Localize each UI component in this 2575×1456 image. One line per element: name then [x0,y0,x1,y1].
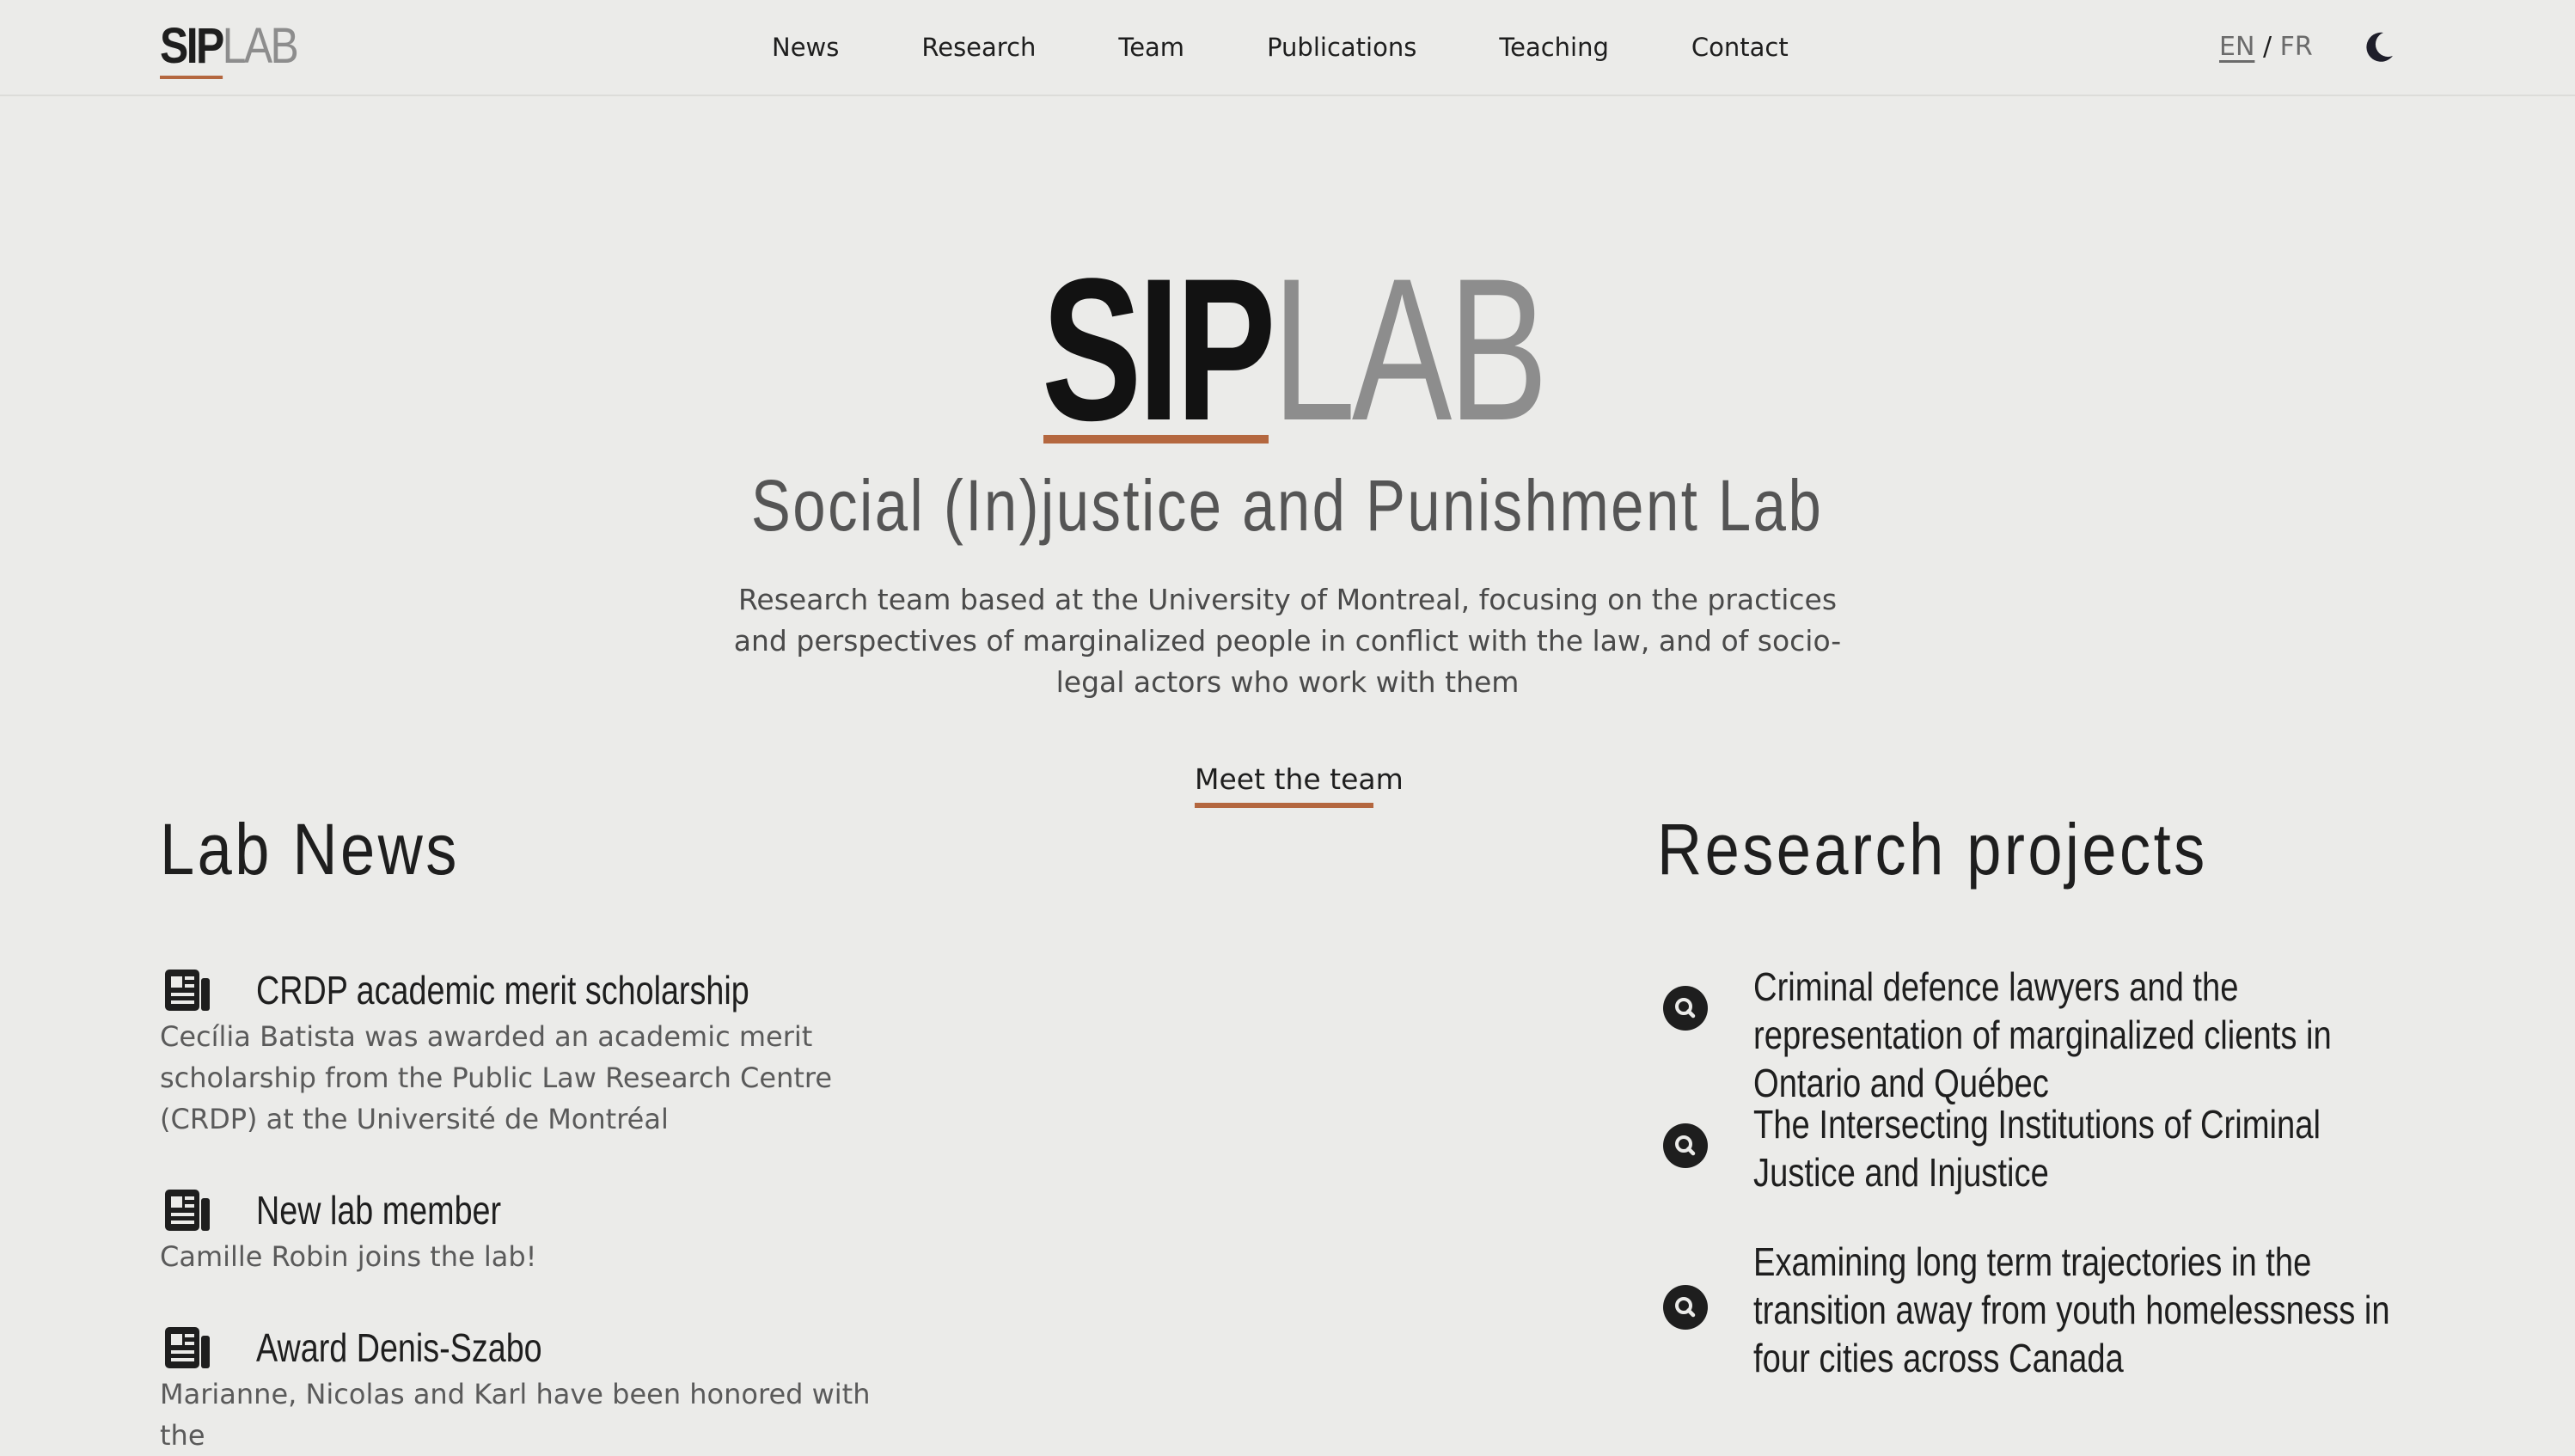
main-nav: News Research Team Publications Teaching… [772,29,1789,65]
research-project-title[interactable]: The Intersecting Institutions of Crimina… [1753,1100,2424,1196]
search-icon [1663,1285,1708,1330]
lang-fr[interactable]: FR [2280,32,2313,62]
nav-publications[interactable]: Publications [1267,29,1416,65]
hero-logo-sip: SIP [1042,236,1276,463]
meet-the-team-link[interactable]: Meet the team [1195,760,1404,799]
newspaper-icon [165,1190,210,1231]
hero-subtitle-text: Social (In)justice and Punishment Lab [751,465,1824,546]
search-icon [1663,1123,1708,1168]
lang-en[interactable]: EN [2219,32,2254,62]
nav-news[interactable]: News [772,29,839,65]
lang-separator: / [2262,32,2272,62]
moon-icon[interactable] [2360,28,2398,65]
research-project-title[interactable]: Criminal defence lawyers and the represe… [1753,963,2424,1107]
news-item-body: Camille Robin joins the lab! [160,1240,537,1273]
language-switcher: EN / FR [2219,29,2313,65]
site-logo[interactable]: SIPLAB [160,18,299,74]
hero-subtitle: Social (In)justice and Punishment Lab [0,464,2575,547]
logo-lab: LAB [222,18,299,74]
hero-logo-underline [1043,435,1269,444]
news-item-title[interactable]: New lab member [256,1186,501,1234]
news-item-body: Marianne, Nicolas and Karl have been hon… [160,1378,871,1452]
hero-logo: SIPLAB [1042,242,1548,457]
logo-sip: SIP [160,18,224,74]
news-item-title[interactable]: CRDP academic merit scholarship [256,966,749,1014]
nav-teaching[interactable]: Teaching [1499,29,1609,65]
research-project-title[interactable]: Examining long term trajectories in the … [1753,1238,2424,1382]
nav-contact[interactable]: Contact [1691,29,1789,65]
site-header: SIPLAB News Research Team Publications T… [0,0,2575,96]
cta-underline [1195,803,1373,808]
search-icon [1663,986,1708,1031]
hero-description: Research team based at the University of… [733,583,1842,699]
newspaper-icon [165,970,210,1011]
nav-team[interactable]: Team [1118,29,1184,65]
news-item-title[interactable]: Award Denis-Szabo [256,1324,542,1372]
news-item-body: Cecília Batista was awarded an academic … [160,1020,833,1135]
research-section-title: Research projects [1657,809,2208,890]
newspaper-icon [165,1327,210,1368]
nav-research[interactable]: Research [921,29,1036,65]
news-section-title: Lab News [160,809,460,890]
hero-logo-lab: LAB [1272,236,1548,463]
